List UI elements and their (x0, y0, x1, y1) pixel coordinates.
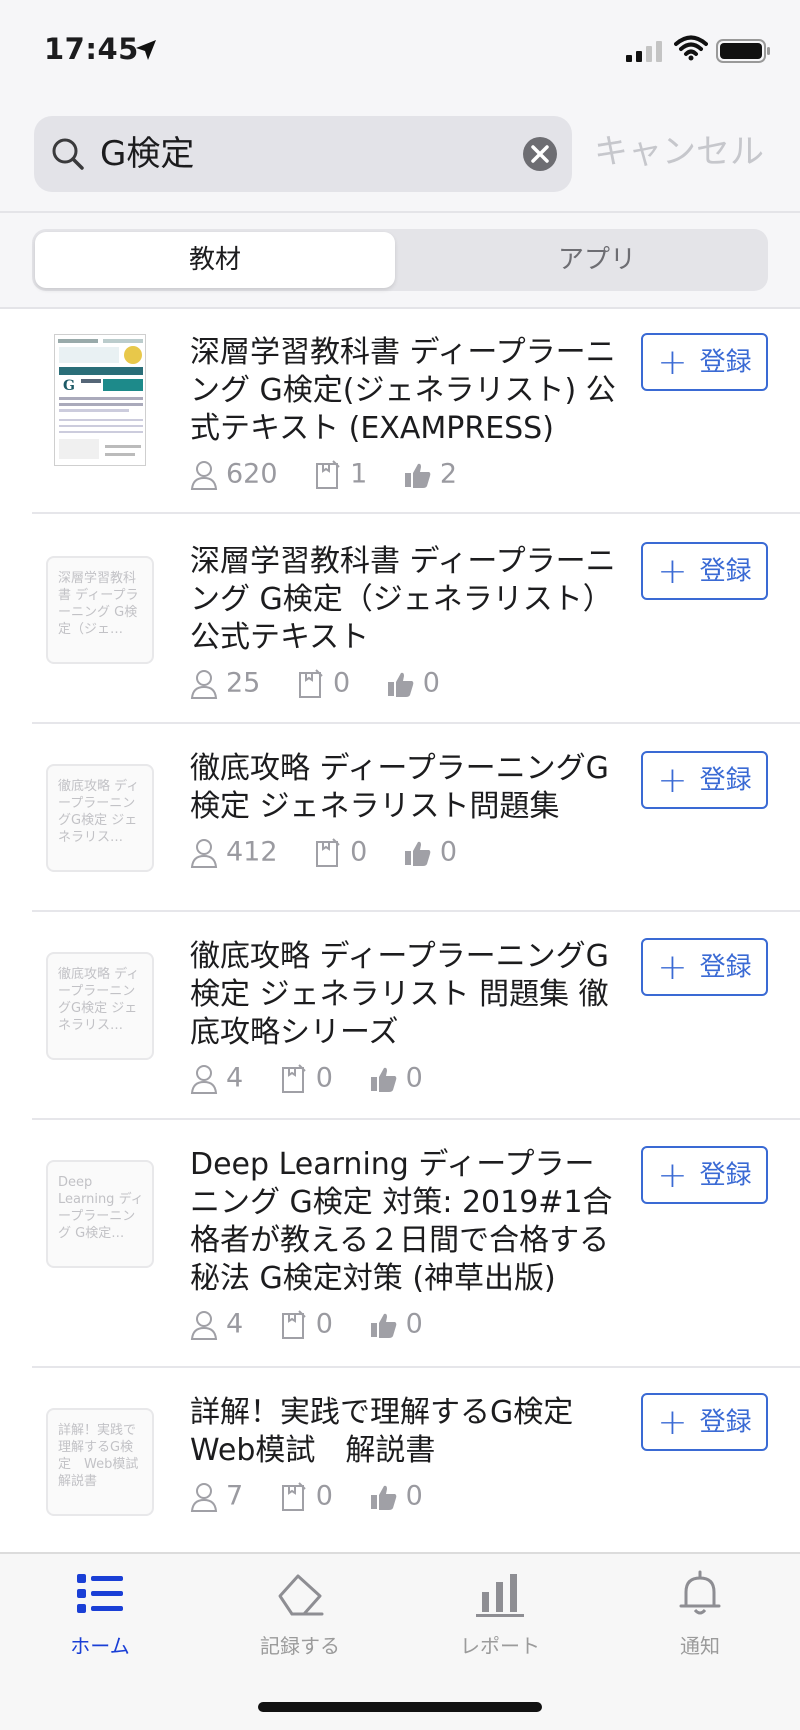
result-title[interactable]: 徹底攻略 ディープラーニングG検定 ジェネラリスト 問題集 徹底攻略シリーズ (190, 938, 620, 1052)
user-icon (190, 1064, 218, 1094)
notebook-icon (316, 838, 340, 867)
thumbs-up-icon (370, 1067, 396, 1092)
user-count: 412 (190, 834, 278, 871)
like-count: 0 (370, 1478, 423, 1515)
notebook-icon (298, 669, 323, 698)
like-count: 2 (404, 456, 457, 493)
book-placeholder-thumbnail[interactable]: Deep Learning ディープラーニング G検定… (46, 1160, 154, 1268)
notebook-icon (281, 1310, 306, 1339)
register-button[interactable]: + 登録 (641, 542, 768, 600)
tab-home[interactable]: ホーム (20, 1568, 180, 1659)
segmented-control: 教材 アプリ (32, 229, 768, 291)
user-icon (190, 838, 218, 868)
like-count: 0 (370, 1306, 423, 1343)
divider (32, 722, 800, 724)
bar-chart-icon (476, 1574, 524, 1617)
register-button[interactable]: + 登録 (641, 1393, 768, 1451)
tab-label: 通知 (680, 1634, 720, 1658)
tab-report[interactable]: レポート (420, 1568, 580, 1659)
book-placeholder-thumbnail[interactable]: 詳解！実践で理解するG検定 Web模試 解説書 (46, 1408, 154, 1516)
battery-icon (716, 39, 770, 63)
like-count: 0 (370, 1060, 423, 1097)
divider (32, 1118, 800, 1120)
register-button[interactable]: + 登録 (641, 333, 768, 391)
record-count: 0 (280, 1478, 333, 1515)
search-icon (52, 138, 84, 170)
divider (32, 1366, 800, 1368)
register-button[interactable]: + 登録 (641, 751, 768, 809)
result-stats: 7 0 0 (190, 1478, 451, 1514)
book-placeholder-thumbnail[interactable]: 深層学習教科書 ディープラーニング G検定（ジェ… (46, 556, 154, 664)
result-title[interactable]: 深層学習教科書 ディープラーニング G検定（ジェネラリスト）公式テキスト (190, 543, 620, 657)
record-count: 0 (297, 665, 350, 702)
notebook-icon (316, 460, 340, 489)
thumbnail-caption: 徹底攻略 ディープラーニングG検定 ジェネラリス… (58, 779, 140, 845)
user-count: 7 (190, 1478, 243, 1515)
tab-label: レポート (460, 1634, 540, 1658)
tab-record[interactable]: 記録する (220, 1568, 380, 1659)
user-icon (190, 1310, 218, 1340)
result-title[interactable]: Deep Learning ディープラーニング G検定 対策: 2019#1合格… (190, 1146, 620, 1298)
status-time: 17:45 (44, 32, 139, 66)
divider (32, 512, 800, 514)
home-indicator (258, 1702, 542, 1712)
list-icon (77, 1574, 123, 1613)
record-count: 0 (280, 1306, 333, 1343)
user-count: 4 (190, 1306, 243, 1343)
book-placeholder-thumbnail[interactable]: 徹底攻略 ディープラーニングG検定 ジェネラリス… (46, 764, 154, 872)
segment-area: 教材 アプリ (0, 213, 800, 309)
thumbs-up-icon (387, 672, 414, 697)
tab-notifications[interactable]: 通知 (620, 1568, 780, 1659)
tab-label: ホーム (70, 1634, 130, 1658)
result-stats: 620 1 2 (190, 456, 485, 492)
wifi-icon (674, 35, 708, 61)
user-count: 25 (190, 665, 260, 702)
svg-text:G: G (63, 378, 75, 394)
clear-search-icon[interactable] (522, 136, 558, 172)
thumbs-up-icon (370, 1313, 396, 1338)
register-button[interactable]: + 登録 (641, 1146, 768, 1204)
user-icon (190, 669, 218, 699)
location-arrow-icon (136, 40, 156, 60)
thumbnail-caption: 詳解！実践で理解するG検定 Web模試 解説書 (58, 1423, 144, 1489)
thumbs-up-icon (404, 841, 431, 866)
search-input[interactable]: G検定 (34, 116, 572, 192)
user-count: 4 (190, 1060, 243, 1097)
tab-label: 記録する (260, 1634, 340, 1658)
notebook-icon (281, 1482, 306, 1511)
result-stats: 4 0 0 (190, 1060, 451, 1096)
thumbs-up-icon (404, 463, 431, 488)
result-stats: 412 0 0 (190, 834, 485, 870)
register-button[interactable]: + 登録 (641, 938, 768, 996)
user-count: 620 (190, 456, 278, 493)
eraser-icon (278, 1574, 324, 1616)
result-stats: 4 0 0 (190, 1306, 451, 1342)
like-count: 0 (387, 665, 440, 702)
result-title[interactable]: 徹底攻略 ディープラーニングG検定 ジェネラリスト問題集 (190, 750, 620, 826)
result-title[interactable]: 深層学習教科書 ディープラーニング G検定(ジェネラリスト) 公式テキスト (E… (190, 334, 620, 448)
book-cover-image[interactable]: G (54, 334, 146, 466)
record-count: 0 (314, 834, 367, 871)
record-count: 0 (280, 1060, 333, 1097)
segment-apps[interactable]: アプリ (432, 232, 762, 288)
cancel-button[interactable]: キャンセル (594, 128, 764, 176)
search-query: G検定 (100, 134, 195, 174)
thumbnail-caption: 徹底攻略 ディープラーニングG検定 ジェネラリス… (58, 967, 140, 1033)
thumbnail-caption: 深層学習教科書 ディープラーニング G検定（ジェ… (58, 571, 139, 637)
result-stats: 25 0 0 (190, 665, 468, 701)
user-icon (190, 460, 218, 490)
user-icon (190, 1482, 218, 1512)
status-bar: 17:45 (0, 0, 800, 100)
notebook-icon (281, 1064, 306, 1093)
bell-icon (679, 1570, 721, 1615)
cellular-signal-icon (626, 41, 662, 62)
segment-materials[interactable]: 教材 (35, 232, 395, 288)
book-placeholder-thumbnail[interactable]: 徹底攻略 ディープラーニングG検定 ジェネラリス… (46, 952, 154, 1060)
like-count: 0 (404, 834, 457, 871)
divider (32, 910, 800, 912)
thumbs-up-icon (370, 1485, 396, 1510)
thumbnail-caption: Deep Learning ディープラーニング G検定… (58, 1175, 144, 1241)
record-count: 1 (314, 456, 367, 493)
result-title[interactable]: 詳解！実践で理解するG検定 Web模試 解説書 (190, 1394, 620, 1470)
